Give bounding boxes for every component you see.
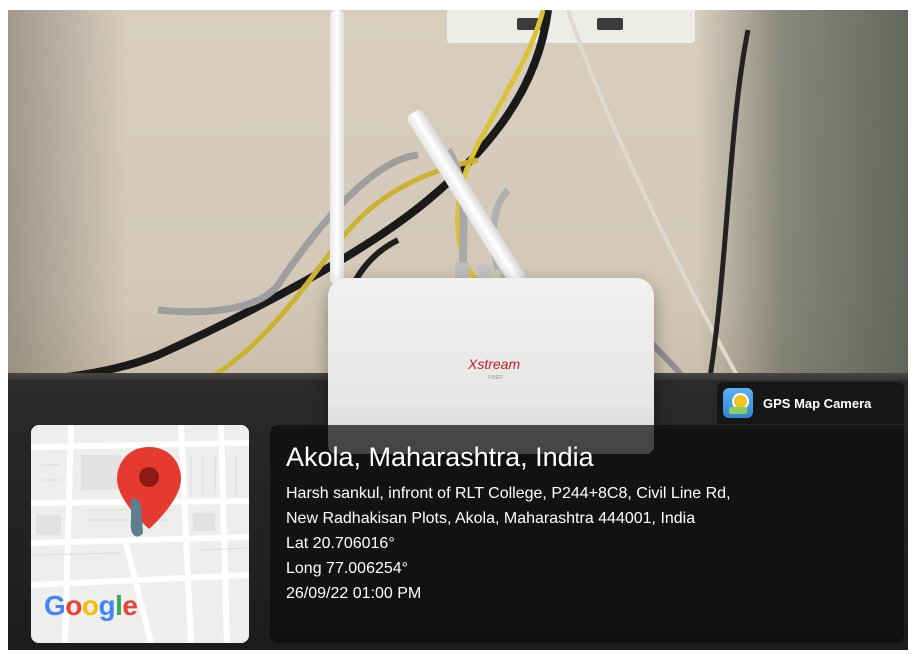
datetime-label: 26/09/22 01:00 PM: [286, 585, 422, 602]
router-brand-label: Xstream: [468, 356, 521, 372]
latitude-label: Lat 20.706016°: [286, 535, 395, 552]
gps-map-camera-badge: GPS Map Camera: [717, 382, 904, 424]
location-info-panel: Akola, Maharashtra, India Harsh sankul, …: [270, 425, 904, 643]
longitude-label: Long 77.006254°: [286, 560, 409, 577]
address-line-1: Harsh sankul, infront of RLT College, P2…: [286, 485, 731, 502]
address-line-2: New Radhakisan Plots, Akola, Maharashtra…: [286, 510, 696, 527]
map-thumbnail[interactable]: Google: [31, 425, 249, 643]
router-antenna-left: [330, 10, 344, 285]
gps-map-camera-icon: [723, 388, 753, 418]
location-title: Akola, Maharashtra, India: [286, 442, 594, 472]
router-sub-label: FIBER: [488, 375, 503, 381]
google-logo: Google: [44, 590, 138, 621]
app-name-label: GPS Map Camera: [763, 395, 872, 411]
